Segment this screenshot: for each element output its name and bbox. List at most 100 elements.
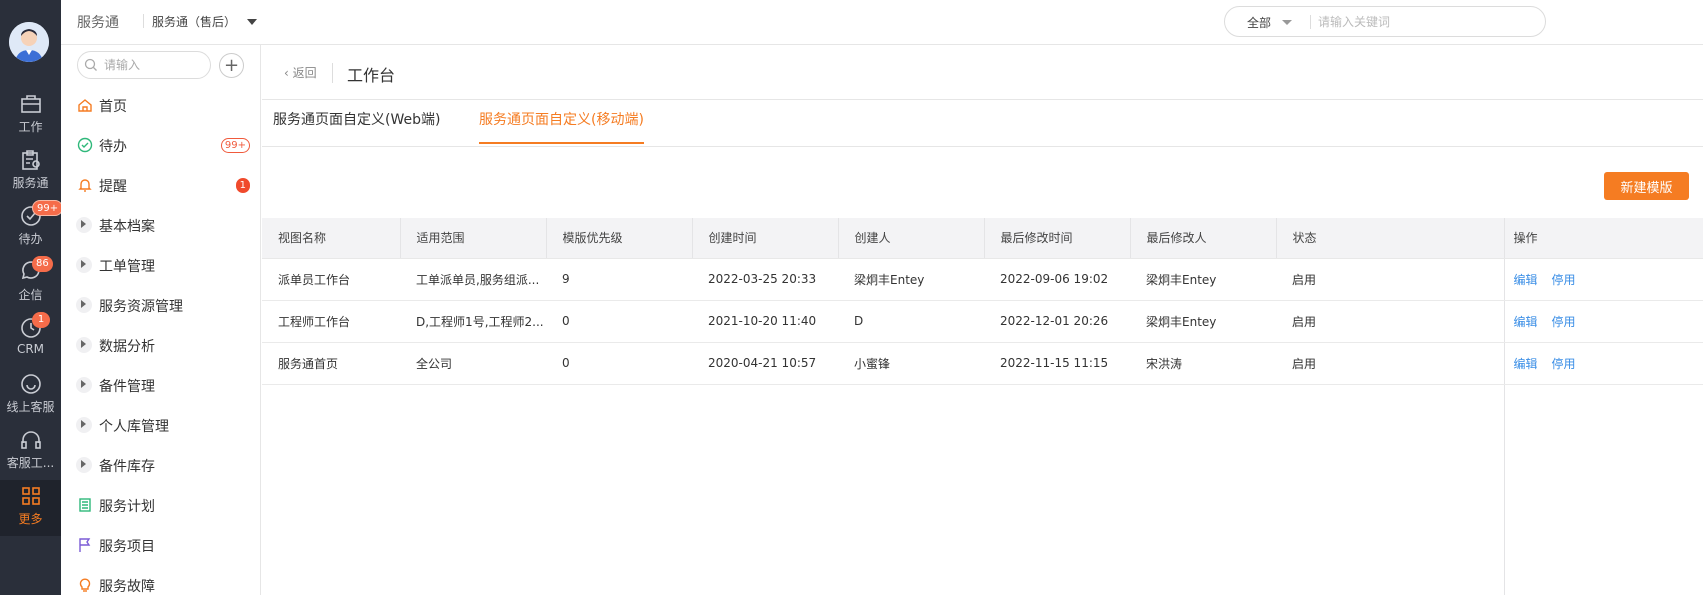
rail-item-message[interactable]: 企信 86 — [0, 256, 61, 312]
disable-link[interactable]: 停用 — [1552, 315, 1576, 329]
edit-link[interactable]: 编辑 — [1514, 315, 1538, 329]
sidebar-item-home[interactable]: 首页 — [61, 87, 260, 123]
sidebar-item-service-faults[interactable]: 服务故障 — [61, 567, 260, 595]
sidebar-item-label: 备件库存 — [99, 459, 155, 475]
global-search-input[interactable] — [1318, 13, 1528, 31]
rail-label: 企信 — [18, 288, 43, 302]
smile-icon — [20, 374, 41, 394]
table-cell: 2022-11-15 11:15 — [984, 342, 1130, 385]
back-link[interactable]: ‹ 返回 — [284, 64, 317, 81]
expand-arrow-glyph — [81, 340, 86, 348]
column-header[interactable]: 视图名称 — [262, 218, 401, 259]
main-content: ‹ 返回 工作台 服务通页面自定义(Web端) 服务通页面自定义(移动端) 新建… — [262, 45, 1703, 595]
sidebar-item-workorder[interactable]: 工单管理 — [61, 247, 260, 283]
sidebar-item-analytics[interactable]: 数据分析 — [61, 327, 260, 363]
rail-item-more[interactable]: 更多 — [0, 480, 61, 536]
table-header-row: 视图名称 适用范围 模版优先级 创建时间 创建人 最后修改时间 最后修改人 状态… — [262, 218, 1703, 259]
rail-item-crm[interactable]: CRM 1 — [0, 312, 61, 368]
sidebar-item-personal-stock[interactable]: 个人库管理 — [61, 407, 260, 443]
table-cell: 2022-09-06 19:02 — [984, 258, 1130, 301]
caret-down-icon[interactable] — [1282, 20, 1292, 25]
table-cell: 工单派单员,服务组派... — [400, 258, 546, 301]
sidebar-item-resources[interactable]: 服务资源管理 — [61, 287, 260, 323]
clipboard-icon — [21, 150, 40, 170]
sidebar-search — [77, 51, 211, 79]
count-badge: 1 — [235, 178, 250, 193]
sidebar-item-label: 服务计划 — [99, 499, 155, 515]
sidebar-item-spare-parts[interactable]: 备件管理 — [61, 367, 260, 403]
sidebar-search-input[interactable] — [104, 56, 204, 74]
sidebar-item-todo[interactable]: 待办 99+ — [61, 127, 260, 163]
rail-item-todo[interactable]: 待办 99+ — [0, 200, 64, 256]
column-header: 操作 — [1503, 218, 1703, 259]
rail-item-work[interactable]: 工作 — [0, 88, 61, 144]
sidebar-item-label: 个人库管理 — [99, 419, 169, 435]
table-cell: D — [838, 300, 984, 343]
disable-link[interactable]: 停用 — [1552, 273, 1576, 287]
sidebar-item-parts-inventory[interactable]: 备件库存 — [61, 447, 260, 483]
home-icon — [78, 99, 92, 112]
divider — [332, 63, 333, 83]
expand-arrow-glyph — [81, 260, 86, 268]
sidebar-item-service-plan[interactable]: 服务计划 — [61, 487, 260, 523]
edit-link[interactable]: 编辑 — [1514, 357, 1538, 371]
rail-item-agent-workbench[interactable]: 客服工... — [0, 424, 61, 480]
sidebar-item-label: 待办 — [99, 139, 127, 155]
sidebar-item-label: 提醒 — [99, 179, 127, 195]
app-selector[interactable]: 服务通（售后） — [152, 13, 236, 30]
actions-cell: 编辑 停用 — [1503, 258, 1703, 301]
table-cell: 2020-04-21 10:57 — [692, 342, 838, 385]
column-divider — [1504, 385, 1505, 595]
disable-link[interactable]: 停用 — [1552, 357, 1576, 371]
sidebar-item-label: 备件管理 — [99, 379, 155, 395]
caret-down-icon[interactable] — [247, 19, 257, 25]
sidebar-item-label: 首页 — [99, 99, 127, 115]
column-header[interactable]: 最后修改人 — [1130, 218, 1277, 259]
tab-web[interactable]: 服务通页面自定义(Web端) — [273, 109, 440, 144]
rail-label: 工作 — [18, 120, 43, 134]
table-cell: 梁炯丰Entey — [1130, 300, 1276, 343]
table-cell: 启用 — [1276, 300, 1504, 343]
sidebar-item-service-items[interactable]: 服务项目 — [61, 527, 260, 563]
search-icon — [84, 58, 97, 71]
rail-item-service[interactable]: 服务通 — [0, 144, 61, 200]
sidebar-item-label: 工单管理 — [99, 259, 155, 275]
table-cell: 0 — [546, 342, 692, 385]
back-label: 返回 — [292, 66, 317, 80]
search-scope-select[interactable]: 全部 — [1247, 14, 1271, 31]
bell-icon — [78, 179, 92, 192]
column-header[interactable]: 最后修改时间 — [984, 218, 1131, 259]
actions-cell: 编辑 停用 — [1503, 300, 1703, 343]
app-name: 服务通 — [77, 15, 119, 31]
column-header[interactable]: 适用范围 — [400, 218, 547, 259]
expand-arrow-glyph — [81, 300, 86, 308]
rail-label: 待办 — [18, 232, 43, 246]
column-header[interactable]: 创建人 — [838, 218, 985, 259]
rail-item-online-service[interactable]: 线上客服 — [0, 368, 61, 424]
user-avatar[interactable] — [9, 22, 49, 62]
sidebar: + 首页 待办 99+ 提醒 1 基本档案 工单管理 服务资源管理 数据分析 备… — [61, 45, 261, 595]
edit-link[interactable]: 编辑 — [1514, 273, 1538, 287]
sidebar-item-basic-records[interactable]: 基本档案 — [61, 207, 260, 243]
table-cell: 工程师工作台 — [262, 300, 400, 343]
table-cell: D,工程师1号,工程师2... — [400, 300, 546, 343]
table-cell: 启用 — [1276, 258, 1504, 301]
rail-badge: 1 — [32, 312, 50, 328]
tab-mobile[interactable]: 服务通页面自定义(移动端) — [479, 109, 644, 144]
column-header[interactable]: 模版优先级 — [546, 218, 693, 259]
column-header[interactable]: 状态 — [1276, 218, 1505, 259]
table-row: 工程师工作台 D,工程师1号,工程师2... 0 2021-10-20 11:4… — [262, 300, 1703, 343]
divider — [143, 14, 144, 28]
table-cell: 0 — [546, 300, 692, 343]
column-header[interactable]: 创建时间 — [692, 218, 839, 259]
divider — [262, 99, 1703, 100]
add-button[interactable]: + — [219, 53, 244, 78]
page-title: 工作台 — [347, 66, 396, 85]
sidebar-item-label: 数据分析 — [99, 339, 155, 355]
table-cell: 2021-10-20 11:40 — [692, 300, 838, 343]
table-cell: 9 — [546, 258, 692, 301]
sidebar-item-reminder[interactable]: 提醒 1 — [61, 167, 260, 203]
rail-label: 客服工... — [6, 456, 55, 470]
table-cell: 宋洪涛 — [1130, 342, 1276, 385]
new-template-button[interactable]: 新建模版 — [1604, 172, 1689, 200]
